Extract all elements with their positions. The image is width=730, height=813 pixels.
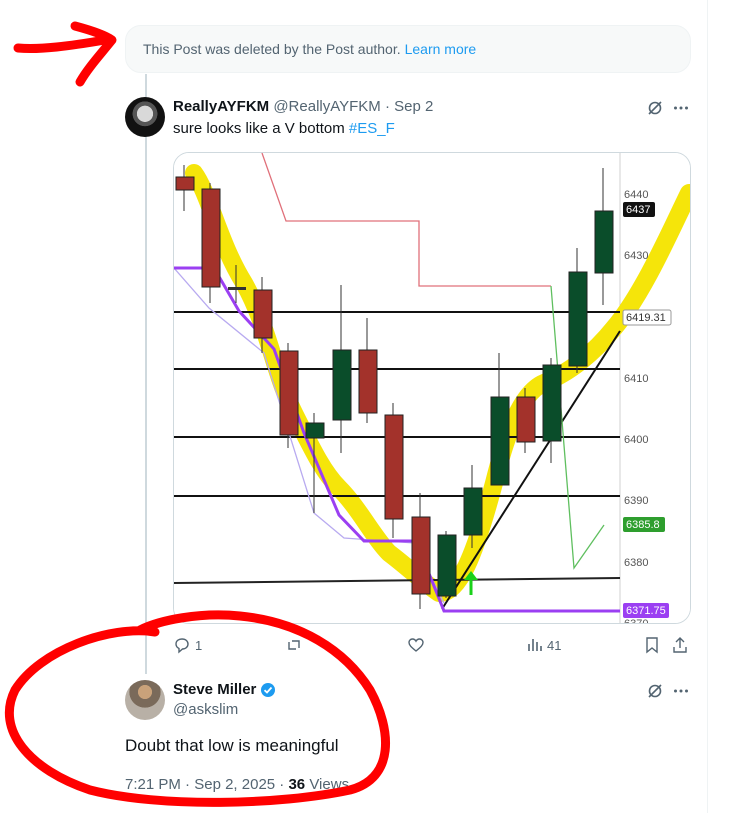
reply-views-label: Views	[305, 776, 350, 793]
separator: ·	[384, 98, 390, 115]
learn-more-link[interactable]: Learn more	[405, 41, 477, 57]
bookmark-button[interactable]	[643, 636, 661, 654]
price-tag-level: 6419.31	[626, 312, 666, 324]
reply-icon	[175, 638, 189, 654]
tweet-action-bar: 1 41	[173, 636, 691, 656]
more-icon[interactable]	[672, 682, 690, 700]
reply-text: Doubt that low is meaningful	[125, 736, 339, 755]
reply-count: 1	[195, 637, 203, 653]
tweet-date[interactable]: Sep 2	[394, 98, 433, 115]
views-button[interactable]: 41	[525, 636, 561, 654]
reply-avatar[interactable]	[125, 680, 165, 720]
like-icon	[408, 638, 424, 652]
share-icon	[673, 637, 687, 653]
retweet-icon	[288, 640, 300, 650]
handle[interactable]: @ReallyAYFKM	[273, 98, 380, 115]
share-button[interactable]	[671, 636, 689, 654]
price-tick: 6380	[624, 557, 648, 569]
deleted-post-notice: This Post was deleted by the Post author…	[125, 25, 691, 73]
more-icon[interactable]	[672, 99, 690, 117]
deleted-notice-text: This Post was deleted by the Post author…	[143, 41, 401, 57]
red-arrow-icon	[13, 21, 117, 87]
tweet-header: ReallyAYFKM @ReallyAYFKM · Sep 2	[173, 98, 433, 115]
column-divider	[707, 0, 708, 813]
reply-button[interactable]: 1	[173, 636, 202, 654]
views-count: 41	[547, 637, 562, 653]
tweet-text-body: sure looks like a V bottom	[173, 120, 349, 137]
reply-date[interactable]: Sep 2, 2025	[194, 776, 275, 793]
hashtag-link[interactable]: #ES_F	[349, 120, 395, 137]
grok-icon[interactable]	[646, 99, 664, 117]
chart-image[interactable]: 6440 6430 6410 6400 6390 6380 6370 6437 …	[173, 152, 691, 624]
price-tag-green: 6385.8	[626, 519, 660, 531]
candlestick-chart: 6440 6430 6410 6400 6390 6380 6370 6437 …	[174, 153, 690, 624]
display-name[interactable]: ReallyAYFKM	[173, 98, 269, 115]
retweet-button[interactable]	[285, 636, 303, 654]
price-tick: 6430	[624, 250, 648, 262]
grok-icon[interactable]	[646, 682, 664, 700]
reply-handle[interactable]: @askslim	[173, 701, 238, 718]
price-tick: 6370	[624, 618, 648, 624]
thread-line	[145, 74, 147, 674]
price-tick: 6400	[624, 434, 648, 446]
price-tag-current: 6437	[626, 204, 650, 216]
reply-name-row: Steve Miller	[173, 681, 276, 698]
tweet-text: sure looks like a V bottom #ES_F	[173, 120, 395, 137]
price-tick: 6410	[624, 373, 648, 385]
bookmark-icon	[646, 637, 658, 654]
price-tick: 6390	[624, 495, 648, 507]
price-tag-purple: 6371.75	[626, 605, 666, 617]
reply-views-count: 36	[288, 776, 306, 793]
like-button[interactable]	[407, 636, 425, 654]
avatar[interactable]	[125, 97, 165, 137]
reply-time[interactable]: 7:21 PM	[125, 776, 181, 793]
reply-meta: 7:21 PM · Sep 2, 2025 · 36 Views	[125, 776, 350, 793]
views-icon	[528, 639, 542, 651]
verified-icon	[261, 682, 276, 697]
price-tick: 6440	[624, 189, 648, 201]
reply-display-name[interactable]: Steve Miller	[173, 681, 256, 698]
